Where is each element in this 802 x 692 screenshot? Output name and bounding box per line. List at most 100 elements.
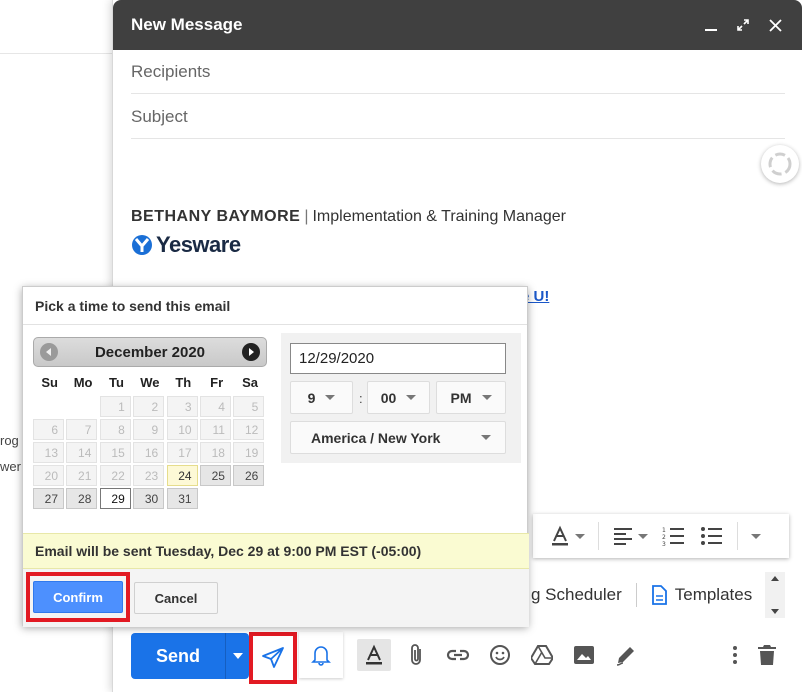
align-button[interactable] bbox=[608, 520, 652, 552]
signature-button[interactable] bbox=[605, 632, 647, 678]
weekday-row: Su Mo Tu We Th Fr Sa bbox=[33, 375, 267, 390]
bell-icon bbox=[311, 646, 331, 666]
calendar-day: 23 bbox=[133, 465, 165, 486]
meeting-scheduler-link[interactable]: g Scheduler bbox=[531, 585, 622, 605]
cancel-button[interactable]: Cancel bbox=[134, 582, 218, 614]
chevron-down-icon bbox=[751, 533, 761, 539]
expand-icon[interactable] bbox=[734, 16, 752, 34]
calendar-blank bbox=[33, 396, 64, 417]
signature-separator: | bbox=[304, 208, 309, 225]
weekday-label: Su bbox=[41, 375, 58, 390]
discard-draft-button[interactable] bbox=[751, 632, 783, 678]
svg-text:2: 2 bbox=[662, 534, 666, 541]
chevron-down-icon bbox=[232, 653, 243, 659]
scroll-down-icon[interactable] bbox=[770, 608, 780, 616]
background-top-bar bbox=[0, 0, 112, 54]
calendar-day: 3 bbox=[166, 396, 198, 417]
more-options-button[interactable] bbox=[721, 632, 749, 678]
weekday-label: Fr bbox=[210, 375, 224, 390]
close-icon[interactable] bbox=[766, 16, 784, 34]
calendar-day[interactable]: 31 bbox=[166, 488, 198, 509]
tracking-ring-icon[interactable] bbox=[761, 145, 799, 183]
weekday-label: Tu bbox=[109, 375, 124, 390]
templates-button[interactable]: Templates bbox=[651, 585, 752, 605]
trash-icon bbox=[758, 645, 776, 665]
calendar-day: 18 bbox=[199, 442, 231, 463]
calendar-day: 22 bbox=[99, 465, 131, 486]
insert-link-button[interactable] bbox=[437, 632, 479, 678]
hour-select[interactable]: 9 bbox=[290, 381, 353, 414]
minute-select[interactable]: 00 bbox=[367, 381, 430, 414]
calendar-day[interactable]: 26 bbox=[233, 465, 265, 486]
numbered-list-button[interactable]: 123 bbox=[658, 520, 690, 552]
svg-text:3: 3 bbox=[662, 541, 666, 547]
text-color-button[interactable] bbox=[545, 520, 589, 552]
emoji-button[interactable] bbox=[479, 632, 521, 678]
compose-header: New Message bbox=[113, 0, 802, 50]
calendar-day: 14 bbox=[66, 442, 98, 463]
subject-input[interactable]: Subject bbox=[131, 95, 785, 139]
templates-label: Templates bbox=[674, 585, 753, 604]
compose-bottom-bar: Send bbox=[131, 632, 785, 684]
chevron-down-icon bbox=[325, 395, 336, 400]
calendar-day[interactable]: 27 bbox=[33, 488, 64, 509]
image-icon bbox=[574, 646, 594, 664]
timezone-value: America / New York bbox=[311, 429, 441, 446]
bulleted-list-button[interactable] bbox=[696, 520, 728, 552]
extension-scrollbar[interactable] bbox=[765, 572, 785, 618]
weekday-label: Th bbox=[175, 375, 192, 390]
background-text-fragment: rog bbox=[0, 433, 19, 448]
calendar-day: 19 bbox=[233, 442, 265, 463]
recipients-input[interactable]: Recipients bbox=[131, 50, 785, 94]
calendar-day[interactable]: 24 bbox=[166, 465, 198, 486]
calendar-day: 8 bbox=[99, 419, 131, 440]
emoji-icon bbox=[490, 645, 510, 665]
attach-button[interactable] bbox=[395, 632, 437, 678]
calendar-blank bbox=[66, 396, 97, 417]
calendar-day: 13 bbox=[33, 442, 64, 463]
send-button[interactable]: Send bbox=[131, 633, 225, 679]
yesware-logo-icon bbox=[132, 235, 152, 255]
scroll-up-icon[interactable] bbox=[770, 574, 780, 582]
formatting-toolbar: 123 bbox=[533, 514, 789, 558]
next-month-button[interactable] bbox=[241, 343, 260, 361]
calendar-day: 16 bbox=[133, 442, 165, 463]
calendar-header: December 2020 bbox=[33, 337, 267, 367]
calendar-day: 10 bbox=[166, 419, 198, 440]
more-formatting-button[interactable] bbox=[747, 520, 765, 552]
minimize-icon[interactable] bbox=[702, 16, 720, 34]
chevron-down-icon bbox=[406, 395, 417, 400]
weekday-label: We bbox=[140, 375, 160, 390]
send-options-button[interactable] bbox=[225, 633, 249, 679]
calendar-day: 9 bbox=[133, 419, 165, 440]
calendar-day: 20 bbox=[33, 465, 64, 486]
reminder-button[interactable] bbox=[299, 632, 343, 678]
timezone-select[interactable]: America / New York bbox=[290, 421, 506, 454]
link-icon bbox=[446, 649, 470, 661]
calendar-day: 12 bbox=[233, 419, 265, 440]
date-input[interactable]: 12/29/2020 bbox=[290, 343, 506, 374]
drive-button[interactable] bbox=[521, 632, 563, 678]
confirm-button[interactable]: Confirm bbox=[33, 581, 123, 613]
calendar-day[interactable]: 29 bbox=[99, 488, 131, 509]
prev-month-button[interactable] bbox=[40, 343, 58, 361]
calendar-day: 11 bbox=[199, 419, 231, 440]
ampm-select[interactable]: PM bbox=[436, 381, 506, 414]
ampm-value: PM bbox=[450, 389, 472, 406]
schedule-send-button[interactable] bbox=[249, 632, 297, 684]
extension-bar: g Scheduler Templates bbox=[531, 572, 769, 618]
time-picker-panel: 12/29/2020 9 : 00 PM America / New York bbox=[281, 333, 521, 463]
insert-photo-button[interactable] bbox=[563, 632, 605, 678]
calendar-day[interactable]: 25 bbox=[199, 465, 231, 486]
confirm-highlight: Confirm bbox=[26, 572, 130, 622]
chevron-left-icon bbox=[46, 348, 51, 356]
calendar-days: 1 2 3 4 5 6 7 8 9 10 11 12 13 14 15 16 17 18 19 20 21 22 23 24 2… bbox=[33, 396, 267, 509]
formatting-options-button[interactable] bbox=[353, 632, 395, 678]
drive-icon bbox=[531, 645, 553, 665]
calendar-day[interactable]: 30 bbox=[133, 488, 165, 509]
weekday-label: Sa bbox=[242, 375, 258, 390]
pen-icon bbox=[616, 647, 634, 666]
calendar-day: 5 bbox=[233, 396, 265, 417]
font-format-icon bbox=[366, 644, 382, 665]
calendar-day[interactable]: 28 bbox=[66, 488, 98, 509]
